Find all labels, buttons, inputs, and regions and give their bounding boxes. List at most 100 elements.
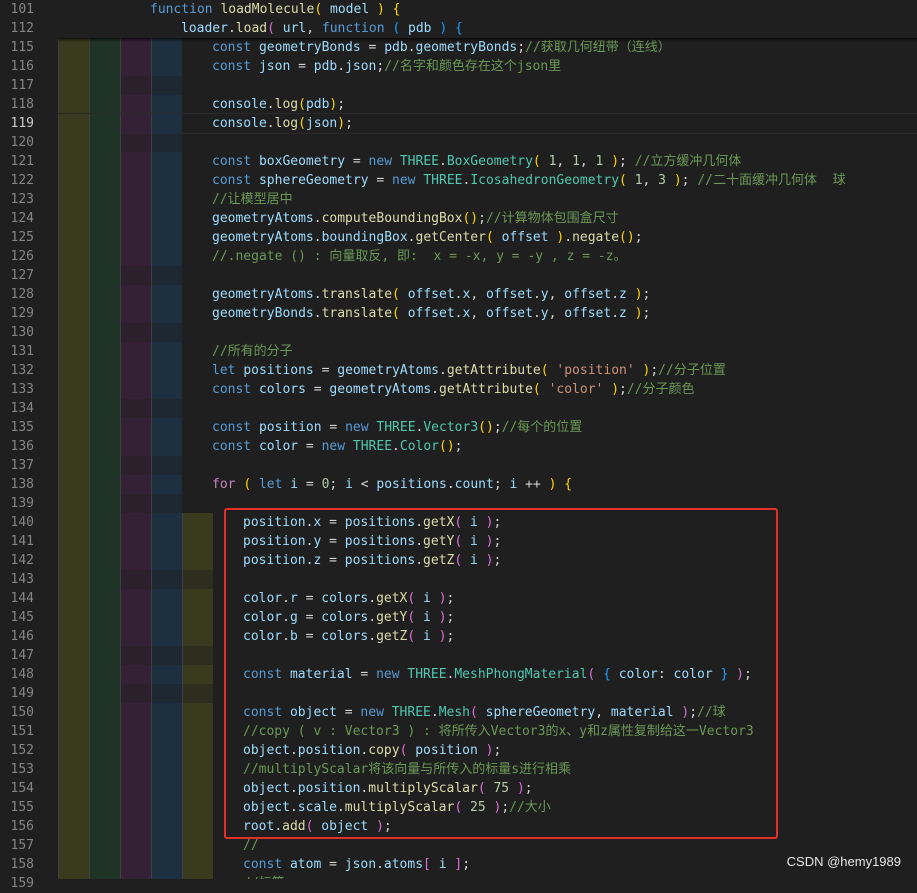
code-line[interactable]: const json = pdb.json;//名字和颜色存在这个json里 (58, 57, 917, 76)
code-line[interactable]: object.position.multiplyScalar( 75 ); (58, 779, 917, 798)
indent-guide-line (89, 114, 90, 133)
code-text: root.add( object ); (243, 819, 392, 834)
code-line[interactable]: root.add( object ); (58, 817, 917, 836)
code-line[interactable]: //.negate () : 向量取反, 即: x = -x, y = -y ,… (58, 247, 917, 266)
code-line[interactable]: console.log(pdb); (58, 95, 917, 114)
code-line[interactable]: const geometryBonds = pdb.geometryBonds;… (58, 38, 917, 57)
code-line[interactable]: const sphereGeometry = new THREE.Icosahe… (58, 171, 917, 190)
indent-guide (151, 209, 182, 228)
code-line[interactable]: const color = new THREE.Color(); (58, 437, 917, 456)
code-line[interactable]: //标签 (58, 874, 917, 879)
code-text: object.position.multiplyScalar( 75 ); (243, 781, 533, 796)
code-line[interactable] (58, 399, 917, 418)
indent-guide (58, 266, 89, 285)
code-line[interactable]: function loadMolecule( model ) { (58, 0, 917, 19)
code-line[interactable]: color.b = colors.getZ( i ); (58, 627, 917, 646)
code-line[interactable]: let positions = geometryAtoms.getAttribu… (58, 361, 917, 380)
code-line[interactable]: position.y = positions.getY( i ); (58, 532, 917, 551)
indent-guide-line (151, 76, 152, 95)
code-line[interactable]: console.log(json); (58, 113, 917, 134)
code-line[interactable] (58, 266, 917, 285)
code-line[interactable]: for ( let i = 0; i < positions.count; i … (58, 475, 917, 494)
indent-guide (120, 228, 151, 247)
indent-guide-line (182, 513, 183, 532)
code-line[interactable]: const material = new THREE.MeshPhongMate… (58, 665, 917, 684)
code-line[interactable]: //multiplyScalar将该向量与所传入的标量s进行相乘 (58, 760, 917, 779)
code-line[interactable]: const colors = geometryAtoms.getAttribut… (58, 380, 917, 399)
indent-guide (120, 684, 151, 703)
indent-guide (151, 323, 182, 342)
indent-guide (151, 779, 182, 798)
code-text: color.b = colors.getZ( i ); (243, 629, 455, 644)
code-line[interactable]: position.z = positions.getZ( i ); (58, 551, 917, 570)
line-number: 146 (10, 629, 34, 644)
indent-guide-line (151, 703, 152, 722)
indent-guide-line (120, 608, 121, 627)
code-line[interactable]: color.r = colors.getX( i ); (58, 589, 917, 608)
code-line[interactable] (58, 133, 917, 152)
code-line[interactable]: geometryAtoms.boundingBox.getCenter( off… (58, 228, 917, 247)
code-line[interactable] (58, 323, 917, 342)
indent-guide-line (120, 342, 121, 361)
line-number: 129 (10, 306, 34, 321)
code-line[interactable] (58, 570, 917, 589)
code-line[interactable] (58, 456, 917, 475)
indent-guide-line (58, 741, 59, 760)
code-line[interactable]: //让模型居中 (58, 190, 917, 209)
code-line[interactable]: const boxGeometry = new THREE.BoxGeometr… (58, 152, 917, 171)
code-line[interactable]: color.g = colors.getY( i ); (58, 608, 917, 627)
indent-guide-line (182, 589, 183, 608)
line-number: 152 (10, 743, 34, 758)
code-line[interactable] (58, 76, 917, 95)
code-line[interactable] (58, 646, 917, 665)
indent-guide (120, 494, 151, 513)
indent-guide (151, 228, 182, 247)
code-line[interactable]: geometryBonds.translate( offset.x, offse… (58, 304, 917, 323)
code-line[interactable]: //所有的分子 (58, 342, 917, 361)
indent-guide (58, 570, 89, 589)
indent-guide-line (89, 266, 90, 285)
line-number: 156 (10, 819, 34, 834)
indent-guide (58, 836, 89, 855)
indent-guide-line (89, 437, 90, 456)
indent-guide-line (120, 570, 121, 589)
line-number: 151 (10, 724, 34, 739)
indent-guide-line (58, 817, 59, 836)
code-text: //multiplyScalar将该向量与所传入的标量s进行相乘 (243, 762, 572, 777)
indent-guide (151, 418, 182, 437)
indent-guide-line (89, 608, 90, 627)
code-line[interactable]: //copy ( v : Vector3 ) : 将所传入Vector3的x、y… (58, 722, 917, 741)
indent-guide-line (120, 817, 121, 836)
code-line[interactable]: geometryAtoms.computeBoundingBox();//计算物… (58, 209, 917, 228)
indent-guide-line (151, 646, 152, 665)
indent-guide-line (89, 551, 90, 570)
indent-guide-line (151, 209, 152, 228)
indent-guide (89, 760, 120, 779)
indent-guide-line (89, 399, 90, 418)
indent-guide-line (58, 836, 59, 855)
indent-guide-line (151, 589, 152, 608)
indent-guide-line (58, 589, 59, 608)
code-line[interactable]: position.x = positions.getX( i ); (58, 513, 917, 532)
code-line[interactable]: const position = new THREE.Vector3();//每… (58, 418, 917, 437)
code-editor[interactable]: function loadMolecule( model ) {loader.l… (58, 0, 917, 879)
indent-guide-line (120, 304, 121, 323)
code-line[interactable]: const object = new THREE.Mesh( sphereGeo… (58, 703, 917, 722)
code-line[interactable]: // (58, 836, 917, 855)
indent-guide (151, 760, 182, 779)
code-line[interactable] (58, 684, 917, 703)
csdn-watermark: CSDN @hemy1989 (786, 854, 901, 869)
code-line[interactable]: geometryAtoms.translate( offset.x, offse… (58, 285, 917, 304)
indent-guide (151, 190, 182, 209)
code-line[interactable]: loader.load( url, function ( pdb ) { (58, 19, 917, 38)
indent-guide (89, 703, 120, 722)
code-line[interactable]: object.position.copy( position ); (58, 741, 917, 760)
indent-guide-line (58, 760, 59, 779)
indent-guide-line (58, 399, 59, 418)
code-line[interactable]: object.scale.multiplyScalar( 25 );//大小 (58, 798, 917, 817)
code-line[interactable] (58, 494, 917, 513)
indent-guide-line (120, 247, 121, 266)
indent-guide-line (182, 532, 183, 551)
code-text: position.y = positions.getY( i ); (243, 534, 502, 549)
indent-guide (151, 608, 182, 627)
